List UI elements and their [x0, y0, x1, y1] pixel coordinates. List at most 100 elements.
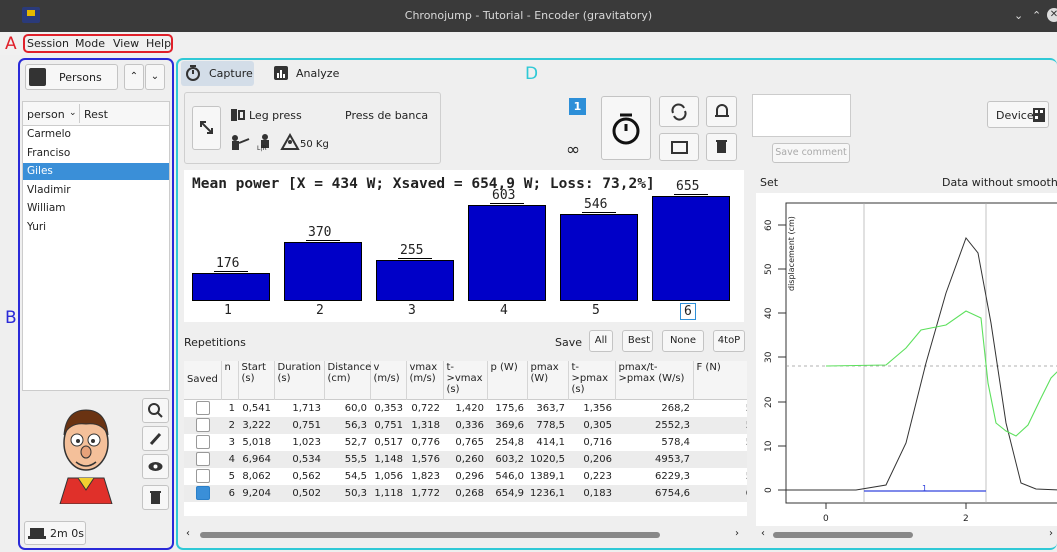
table-cell: 9,204	[242, 487, 271, 499]
save-4top-button[interactable]: 4toP	[713, 330, 745, 352]
scroll-right-icon[interactable]: ›	[1049, 528, 1053, 539]
table-cell: 1,118	[374, 487, 403, 499]
column-header[interactable]: pmax/t->pmax (W/s)	[615, 361, 694, 399]
column-header[interactable]: pmax (W)	[527, 361, 569, 399]
delete-capture-button[interactable]	[706, 133, 737, 161]
recalculate-button[interactable]	[659, 96, 699, 127]
list-item[interactable]: William	[27, 202, 65, 214]
tab-analyze[interactable]: Analyze	[270, 61, 345, 86]
table-row[interactable]: 3 5,018 1,023 52,7 0,517 0,776 0,765 254,8 414,1…	[184, 434, 747, 451]
column-header[interactable]: p (W)	[487, 361, 528, 399]
saved-checkbox[interactable]	[195, 401, 210, 415]
bar-underline	[306, 239, 340, 241]
list-item[interactable]: Yuri	[27, 221, 46, 233]
column-rest[interactable]: Rest	[84, 108, 108, 121]
table-cell: 6	[228, 487, 235, 499]
column-header[interactable]: t->vmax (s)	[443, 361, 488, 399]
exercise-name[interactable]: Leg press	[249, 109, 302, 122]
save-comment-button[interactable]: Save comment	[772, 143, 850, 163]
list-item[interactable]: Vladimir	[27, 184, 71, 196]
table-row[interactable]: 5 8,062 0,562 54,5 1,056 1,823 0,296 546,0 1389,…	[184, 468, 747, 485]
chart-bar[interactable]	[284, 241, 362, 301]
tab-capture[interactable]: Capture	[181, 61, 254, 86]
delete-person-button[interactable]	[142, 485, 169, 510]
chart-bar[interactable]	[560, 213, 638, 301]
chart-bar[interactable]	[376, 260, 454, 301]
column-header[interactable]: Start (s)	[238, 361, 275, 399]
close-icon[interactable]: ✕	[1047, 8, 1057, 22]
table-scrollbar[interactable]: ‹ ›	[186, 528, 746, 539]
category-label[interactable]: 4	[500, 303, 508, 318]
table-row[interactable]: 2 3,222 0,751 56,3 0,751 1,318 0,336 369,6 778,5…	[184, 416, 747, 434]
saved-checkbox[interactable]	[195, 435, 210, 449]
column-header[interactable]: n	[221, 361, 239, 399]
exercise-alt[interactable]: Press de banca	[345, 109, 428, 122]
list-item[interactable]: Franciso	[27, 147, 70, 159]
scroll-right-icon[interactable]: ›	[735, 528, 739, 539]
expand-button[interactable]	[192, 106, 221, 150]
device-label: Device	[996, 109, 1034, 122]
list-item[interactable]: Carmelo	[27, 128, 71, 140]
plot-frame	[785, 202, 1057, 504]
category-label[interactable]: 5	[592, 303, 600, 318]
capture-button[interactable]	[601, 96, 651, 160]
category-label[interactable]: 2	[316, 303, 324, 318]
column-header[interactable]: vmax (m/s)	[406, 361, 444, 399]
continuous-icon[interactable]: ∞	[566, 140, 580, 160]
chart-bar[interactable]	[468, 204, 546, 301]
saved-checkbox[interactable]	[195, 469, 210, 483]
column-header[interactable]: t->pmax (s)	[568, 361, 616, 399]
category-label[interactable]: 6	[680, 303, 696, 320]
column-header[interactable]: Saved	[184, 361, 222, 399]
minimize-icon[interactable]: ⌄	[1014, 9, 1023, 22]
edit-person-button[interactable]	[142, 426, 169, 451]
saved-checkbox[interactable]	[195, 452, 210, 466]
search-person-button[interactable]	[142, 398, 169, 423]
bell-button[interactable]	[706, 96, 737, 127]
save-none-button[interactable]: None	[662, 330, 704, 352]
save-label: Save	[555, 336, 583, 349]
chart-bar[interactable]	[192, 272, 270, 301]
table-cell: 0,206	[583, 453, 612, 465]
column-header[interactable]: Distance (cm)	[324, 361, 371, 399]
scroll-thumb[interactable]	[773, 532, 913, 538]
saved-checkbox[interactable]	[195, 418, 210, 432]
saved-cell	[184, 451, 221, 468]
saved-checkbox[interactable]	[195, 486, 210, 500]
comment-textarea[interactable]	[752, 94, 851, 137]
save-best-button[interactable]: Best	[622, 330, 653, 352]
rest-timer-button[interactable]: 2m 0s	[24, 521, 86, 545]
column-header[interactable]: Duration (s)	[274, 361, 325, 399]
signal-scrollbar[interactable]: ‹ ›	[761, 528, 1057, 539]
x-tick-label: 0	[823, 514, 829, 524]
column-person[interactable]: person	[27, 108, 65, 121]
scroll-left-icon[interactable]: ‹	[761, 528, 765, 539]
table-row[interactable]: 4 6,964 0,534 55,5 1,148 1,576 0,260 603,2 1020,…	[184, 450, 747, 468]
table-row[interactable]: 6 9,204 0,502 50,3 1,118 1,772 0,268 654,9 1236,…	[184, 484, 747, 502]
repetitions-label: Repetitions	[184, 336, 246, 349]
bar-value-label: 255	[400, 243, 424, 259]
person-up-button[interactable]: ⌃	[124, 64, 144, 90]
table-cell: 52,7	[344, 436, 367, 448]
table-cell: 546,0	[495, 470, 524, 482]
category-label[interactable]: 1	[224, 303, 232, 318]
maximize-icon[interactable]: ⌃	[1032, 9, 1041, 22]
scroll-thumb[interactable]	[200, 532, 660, 538]
category-label[interactable]: 3	[408, 303, 416, 318]
scroll-left-icon[interactable]: ‹	[186, 528, 190, 539]
bell-icon	[715, 104, 729, 117]
table-row[interactable]: 1 0,541 1,713 60,0 0,353 0,722 1,420 175,6 363,7…	[184, 399, 747, 417]
table-cell: 1236,1	[530, 487, 565, 499]
counter-badge[interactable]: 1	[569, 98, 586, 115]
person-down-button[interactable]: ⌄	[145, 64, 165, 90]
open-folder-button[interactable]	[659, 133, 699, 161]
column-header[interactable]: F (N)	[693, 361, 747, 399]
device-button[interactable]: Device	[987, 101, 1049, 128]
chart-bar[interactable]	[652, 196, 730, 301]
persons-button[interactable]: Persons	[25, 64, 118, 90]
column-header[interactable]: v (m/s)	[370, 361, 407, 399]
view-person-button[interactable]	[142, 454, 169, 479]
save-all-button[interactable]: All	[589, 330, 613, 352]
list-item-selected[interactable]: Giles	[27, 165, 53, 177]
weight-label: 50 Kg	[300, 139, 329, 150]
